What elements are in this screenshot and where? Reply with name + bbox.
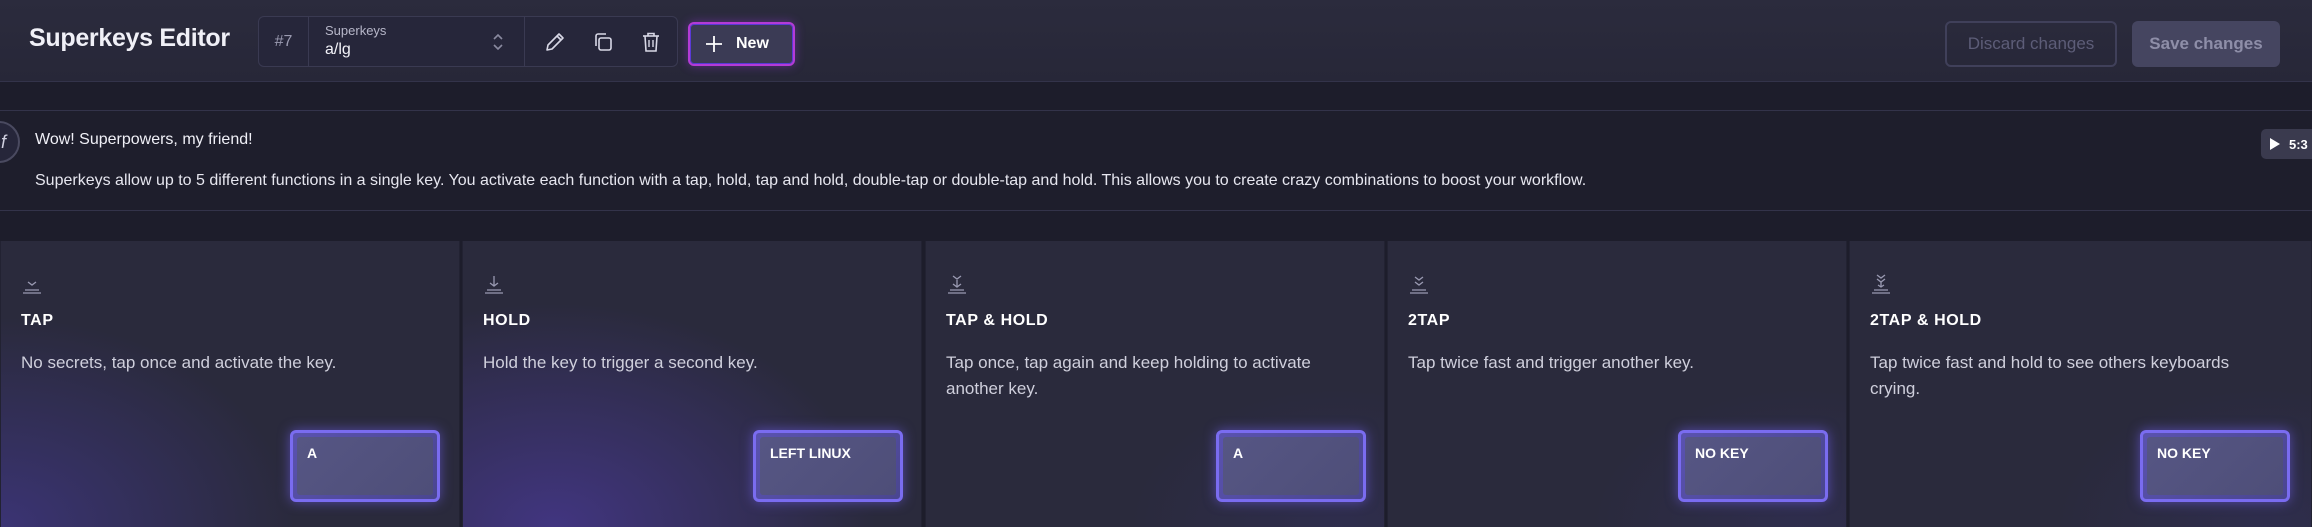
banner-text: Superkeys allow up to 5 different functi… (35, 172, 1587, 189)
function-card-tap-and-hold: TAP & HOLD Tap once, tap again and keep … (925, 241, 1385, 527)
rename-button[interactable] (537, 25, 573, 59)
help-banner: f Wow! Superpowers, my friend! Superkeys… (0, 110, 2312, 211)
card-title: 2TAP & HOLD (1870, 312, 1982, 329)
hold-icon (485, 276, 503, 294)
play-icon (2270, 138, 2280, 150)
key-label: LEFT LINUX (760, 437, 896, 495)
double-tap-icon (1410, 276, 1428, 294)
chevron-up-down-icon[interactable] (491, 31, 505, 53)
app-title: Superkeys Editor (29, 24, 230, 52)
key-label: A (297, 437, 433, 495)
function-card-2tap: 2TAP Tap twice fast and trigger another … (1387, 241, 1847, 527)
card-description: Hold the key to trigger a second key. (483, 353, 758, 372)
trash-icon (643, 32, 659, 52)
key-selector[interactable]: NO KEY (1678, 430, 1828, 502)
key-label: NO KEY (1685, 437, 1821, 495)
plus-icon (706, 36, 722, 52)
selector-divider (524, 17, 525, 66)
function-card-2tap-and-hold: 2TAP & HOLD Tap twice fast and hold to s… (1849, 241, 2312, 527)
function-card-tap: TAP No secrets, tap once and activate th… (0, 241, 460, 527)
card-title: HOLD (483, 312, 531, 329)
key-selector[interactable]: A (1216, 430, 1366, 502)
card-description: Tap twice fast and hold to see others ke… (1870, 353, 2230, 398)
tap-and-hold-icon (948, 275, 966, 294)
duplicate-button[interactable] (585, 25, 621, 59)
key-selector[interactable]: A (290, 430, 440, 502)
banner-title: Wow! Superpowers, my friend! (35, 131, 253, 148)
key-selector[interactable]: NO KEY (2140, 430, 2290, 502)
superkey-number: #7 (259, 17, 309, 66)
save-changes-button[interactable]: Save changes (2132, 21, 2280, 67)
discard-changes-button[interactable]: Discard changes (1945, 21, 2117, 67)
key-label: A (1223, 437, 1359, 495)
card-description: Tap twice fast and trigger another key. (1408, 353, 1695, 372)
banner-avatar: f (0, 121, 20, 163)
key-label: NO KEY (2147, 437, 2283, 495)
superkey-functions: TAP No secrets, tap once and activate th… (0, 241, 2312, 527)
card-title: TAP (21, 312, 54, 329)
video-duration: 5:3 (2289, 136, 2308, 152)
pencil-icon (546, 33, 564, 51)
double-tap-and-hold-icon (1872, 274, 1890, 294)
copy-icon (595, 33, 612, 51)
key-selector[interactable]: LEFT LINUX (753, 430, 903, 502)
tap-icon (23, 281, 41, 294)
top-bar: Superkeys Editor #7 Superkeys a/lg New D… (0, 0, 2312, 82)
function-card-hold: HOLD Hold the key to trigger a second ke… (462, 241, 922, 527)
card-title: TAP & HOLD (946, 312, 1049, 329)
new-button-label: New (736, 35, 769, 52)
card-title: 2TAP (1408, 312, 1451, 329)
delete-button[interactable] (633, 25, 669, 59)
card-description: No secrets, tap once and activate the ke… (21, 353, 337, 372)
card-description: Tap once, tap again and keep holding to … (946, 353, 1311, 398)
superkey-selector-group: #7 Superkeys a/lg (258, 16, 678, 67)
new-superkey-button[interactable]: New (688, 22, 795, 66)
video-play-button[interactable]: 5:3 (2261, 129, 2312, 159)
